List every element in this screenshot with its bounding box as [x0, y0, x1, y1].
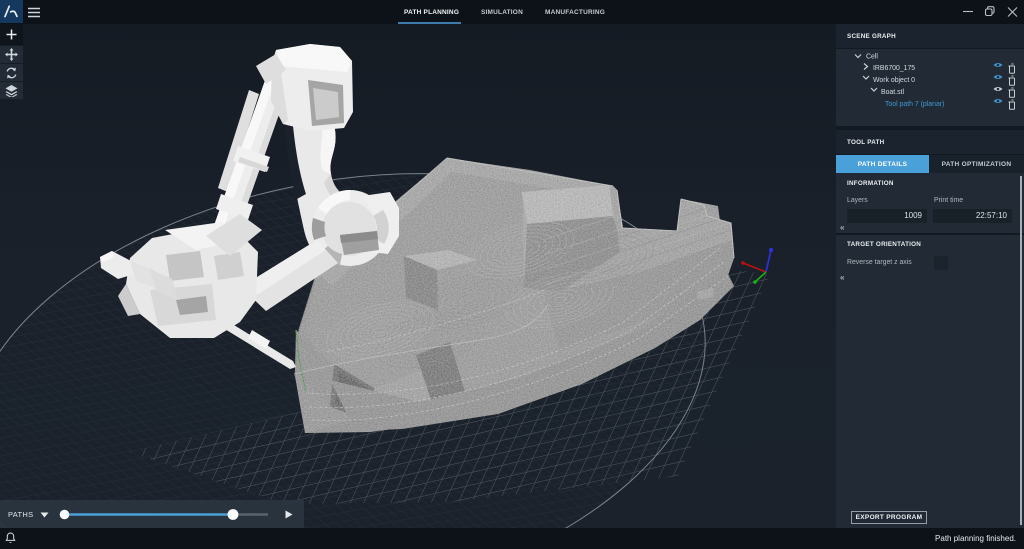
- svg-text:IRB6700_175: IRB6700_175: [873, 65, 915, 72]
- svg-text:Cell: Cell: [866, 54, 878, 61]
- svg-text:Work object 0: Work object 0: [873, 77, 915, 84]
- svg-text:Tool path 7 (planar): Tool path 7 (planar): [885, 101, 944, 108]
- svg-text:Boat.stl: Boat.stl: [881, 89, 904, 96]
